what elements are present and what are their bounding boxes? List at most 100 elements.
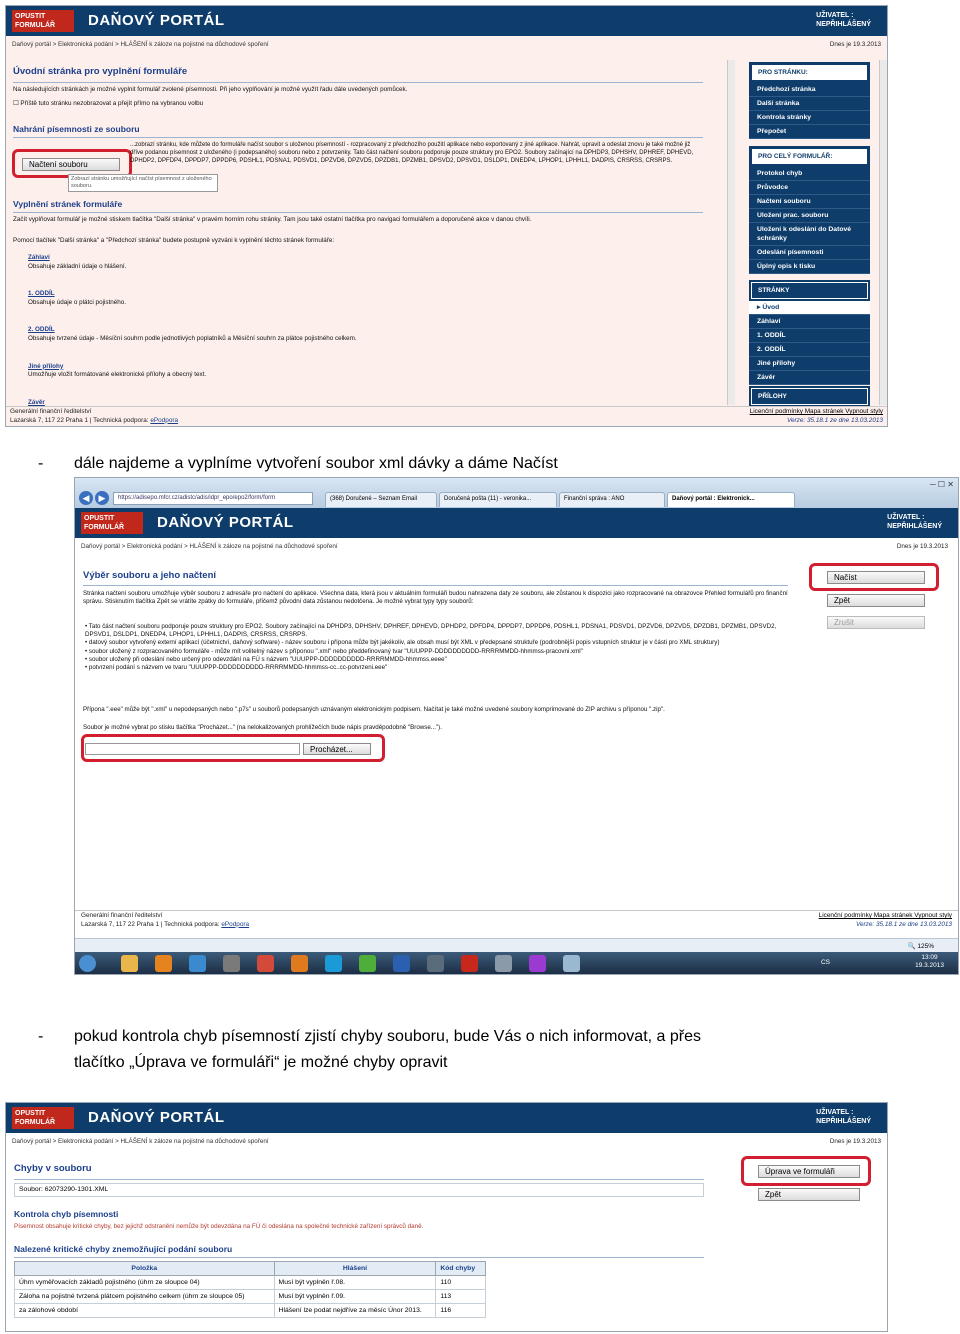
- instruction-text-1: dále najdeme a vyplníme vytvoření soubor…: [74, 455, 558, 472]
- cell-code: 110: [435, 1275, 486, 1290]
- page-link[interactable]: Závěr: [28, 399, 45, 406]
- pdf-icon[interactable]: [461, 955, 478, 972]
- firefox-icon[interactable]: [291, 955, 308, 972]
- page-link[interactable]: Jiné přílohy: [28, 363, 63, 370]
- sidebar-item-load-file[interactable]: Načtení souboru: [749, 195, 870, 209]
- zoom-level[interactable]: 🔍 125%: [907, 942, 934, 950]
- sidebar-item-section1[interactable]: 1. ODDÍL: [749, 329, 870, 343]
- settings-icon[interactable]: [529, 955, 546, 972]
- clock[interactable]: 13:09 19.3.2013: [915, 954, 944, 970]
- taskbar: CS 13:09 19.3.2013: [75, 952, 958, 974]
- sidebar-item-attachments[interactable]: Jiné přílohy: [749, 357, 870, 371]
- browser-tab-active[interactable]: Daňový portál : Elektronick...: [667, 492, 795, 507]
- window-icon[interactable]: [563, 955, 580, 972]
- cell-item: za zálohové období: [14, 1303, 275, 1318]
- support-link[interactable]: ePodpora: [150, 417, 178, 424]
- sidebar-item-conclusion[interactable]: Závěr: [749, 371, 870, 385]
- cell-message: Musí být vyplněn ř.08.: [273, 1275, 437, 1290]
- footer-address: Generální finanční ředitelství Lazarská 7…: [81, 912, 250, 928]
- back-button[interactable]: Zpět: [827, 594, 925, 607]
- browser-tab[interactable]: Finanční správa : ANO: [559, 492, 665, 507]
- cell-item: Úhrn vyměřovacích základů pojistného (úh…: [14, 1275, 275, 1290]
- browser-tab[interactable]: Doručená pošta (11) - veronika...: [439, 492, 557, 507]
- support-link[interactable]: ePodpora: [221, 921, 249, 928]
- user-status: UŽIVATEL : NEPŘIHLÁŠENÝ: [887, 514, 942, 530]
- page-link[interactable]: 2. ODDÍL: [28, 326, 55, 333]
- intro-text: Stránka načtení souboru umožňuje výběr s…: [83, 590, 788, 606]
- cell-message: Musí být vyplněn ř.09.: [273, 1289, 437, 1304]
- table-row: za zálohové období Hlášení lze podat nej…: [14, 1303, 486, 1318]
- leave-form-button[interactable]: OPUSTIT FORMULÁŘ: [81, 512, 143, 534]
- sidebar-heading: STRÁNKY: [751, 282, 868, 299]
- sidebar-item-submit[interactable]: Odeslání písemnosti: [749, 246, 870, 260]
- sidebar-item-check-page[interactable]: Kontrola stránky: [749, 111, 870, 125]
- sidebar-item-next-page[interactable]: Další stránka: [749, 97, 870, 111]
- upload-description: ...zobrazí stránku, kde můžete do formul…: [130, 142, 694, 165]
- sidebar-item-header[interactable]: Záhlaví: [749, 315, 870, 329]
- leave-form-button[interactable]: OPUSTIT FORMULÁŘ: [12, 10, 74, 32]
- skip-page-checkbox[interactable]: ☐ Příště tuto stránku nezobrazovat a pře…: [13, 100, 203, 109]
- window-controls-icon[interactable]: ─ ☐ ✕: [930, 480, 954, 489]
- sidebar-page-actions: PRO STRÁNKU: Předchozí stránka Další str…: [749, 62, 870, 139]
- folder-icon[interactable]: [121, 955, 138, 972]
- load-file-tooltip: Zobrazí stránku umožňující načíst písemn…: [68, 174, 218, 192]
- ie-icon[interactable]: [189, 955, 206, 972]
- sidebar-item-recalculate[interactable]: Přepočet: [749, 125, 870, 139]
- sidebar-item-save-databox[interactable]: Uložení k odeslání do Datové schránky: [749, 223, 870, 246]
- sidebar-item-previous-page[interactable]: Předchozí stránka: [749, 83, 870, 97]
- note-text-2: Soubor je možné vybrat po stisku tlačítk…: [83, 724, 442, 731]
- cell-message: Hlášení lze podat nejdříve za měsíc Únor…: [273, 1303, 437, 1318]
- breadcrumb: Daňový portál > Elektronická podání > HL…: [12, 41, 269, 48]
- sidebar-item-save-work[interactable]: Uložení prac. souboru: [749, 209, 870, 223]
- page-title: Úvodní stránka pro vyplnění formuláře: [13, 66, 188, 77]
- page-scrollbar[interactable]: [879, 60, 887, 405]
- sidebar-item-intro[interactable]: ▸ Úvod: [749, 301, 870, 315]
- sidebar-item-guide[interactable]: Průvodce: [749, 181, 870, 195]
- list-item: • soubor uložený při odeslání nebo určen…: [85, 655, 447, 663]
- media-icon[interactable]: [223, 955, 240, 972]
- page-link[interactable]: Záhlaví: [28, 254, 50, 261]
- browser-tab[interactable]: (368) Doručené – Seznam Email: [325, 492, 437, 507]
- outlook-icon[interactable]: [155, 955, 172, 972]
- word-icon[interactable]: [393, 955, 410, 972]
- content-scrollbar[interactable]: [727, 60, 735, 405]
- current-date: Dnes je 19.3.2013: [829, 41, 881, 48]
- chrome-icon[interactable]: [257, 955, 274, 972]
- network-icon[interactable]: [495, 955, 512, 972]
- highlight-load: [809, 563, 939, 591]
- skype-icon[interactable]: [325, 955, 342, 972]
- forward-icon[interactable]: ▶: [95, 491, 109, 505]
- sidebar-heading: PRO CELÝ FORMULÁŘ:: [751, 148, 868, 165]
- back-button[interactable]: Zpět: [758, 1188, 860, 1201]
- app-icon[interactable]: [359, 955, 376, 972]
- current-date: Dnes je 19.3.2013: [829, 1138, 881, 1145]
- sidebar-item-section2[interactable]: 2. ODDÍL: [749, 343, 870, 357]
- sidebar-item-error-log[interactable]: Protokol chyb: [749, 167, 870, 181]
- back-icon[interactable]: ◀: [79, 491, 93, 505]
- column-header-code: Kód chyby: [435, 1261, 486, 1276]
- column-header-item: Položka: [14, 1261, 275, 1276]
- start-icon[interactable]: [79, 955, 96, 972]
- footer-links[interactable]: Licenční podmínky Mapa stránek Vypnout s…: [819, 912, 952, 929]
- address-bar[interactable]: https://adisepo.mfcr.cz/adistc/adis/idpr…: [113, 492, 313, 505]
- sidebar-heading: PRO STRÁNKU:: [751, 64, 868, 81]
- leave-form-button[interactable]: OPUSTIT FORMULÁŘ: [12, 1107, 74, 1129]
- sidebar-item-print[interactable]: Úplný opis k tisku: [749, 260, 870, 274]
- footer-links[interactable]: Licenční podmínky Mapa stránek Vypnout s…: [750, 408, 883, 425]
- error-table: Položka Hlášení Kód chyby Úhrn vyměřovac…: [14, 1261, 486, 1318]
- portal-title: DAŇOVÝ PORTÁL: [88, 1109, 225, 1126]
- column-header-message: Hlášení: [273, 1261, 437, 1276]
- page-link[interactable]: 1. ODDÍL: [28, 290, 55, 297]
- instruction-dash: -: [38, 455, 44, 472]
- section-fill-heading: Vyplnění stránek formuláře: [13, 199, 123, 209]
- save-icon[interactable]: [427, 955, 444, 972]
- note-text: Přípona ".eee" může být ".xml" u nepodep…: [83, 706, 665, 713]
- page-list-item: Jiné přílohy Umožňuje vložit formátované …: [28, 362, 207, 379]
- cancel-button[interactable]: Zrušit: [827, 616, 925, 629]
- user-status: UŽIVATEL : NEPŘIHLÁŠENÝ: [816, 12, 871, 28]
- cell-item: Záloha na pojistné tvrzená plátcem pojis…: [14, 1289, 275, 1304]
- fill-description-2: Pomocí tlačítek "Další stránka" a "Předc…: [13, 237, 335, 244]
- language-indicator[interactable]: CS: [821, 959, 830, 966]
- current-date: Dnes je 19.3.2013: [896, 543, 948, 550]
- page-list-item: 2. ODDÍL Obsahuje tvrzené údaje - Měsíční…: [28, 326, 357, 342]
